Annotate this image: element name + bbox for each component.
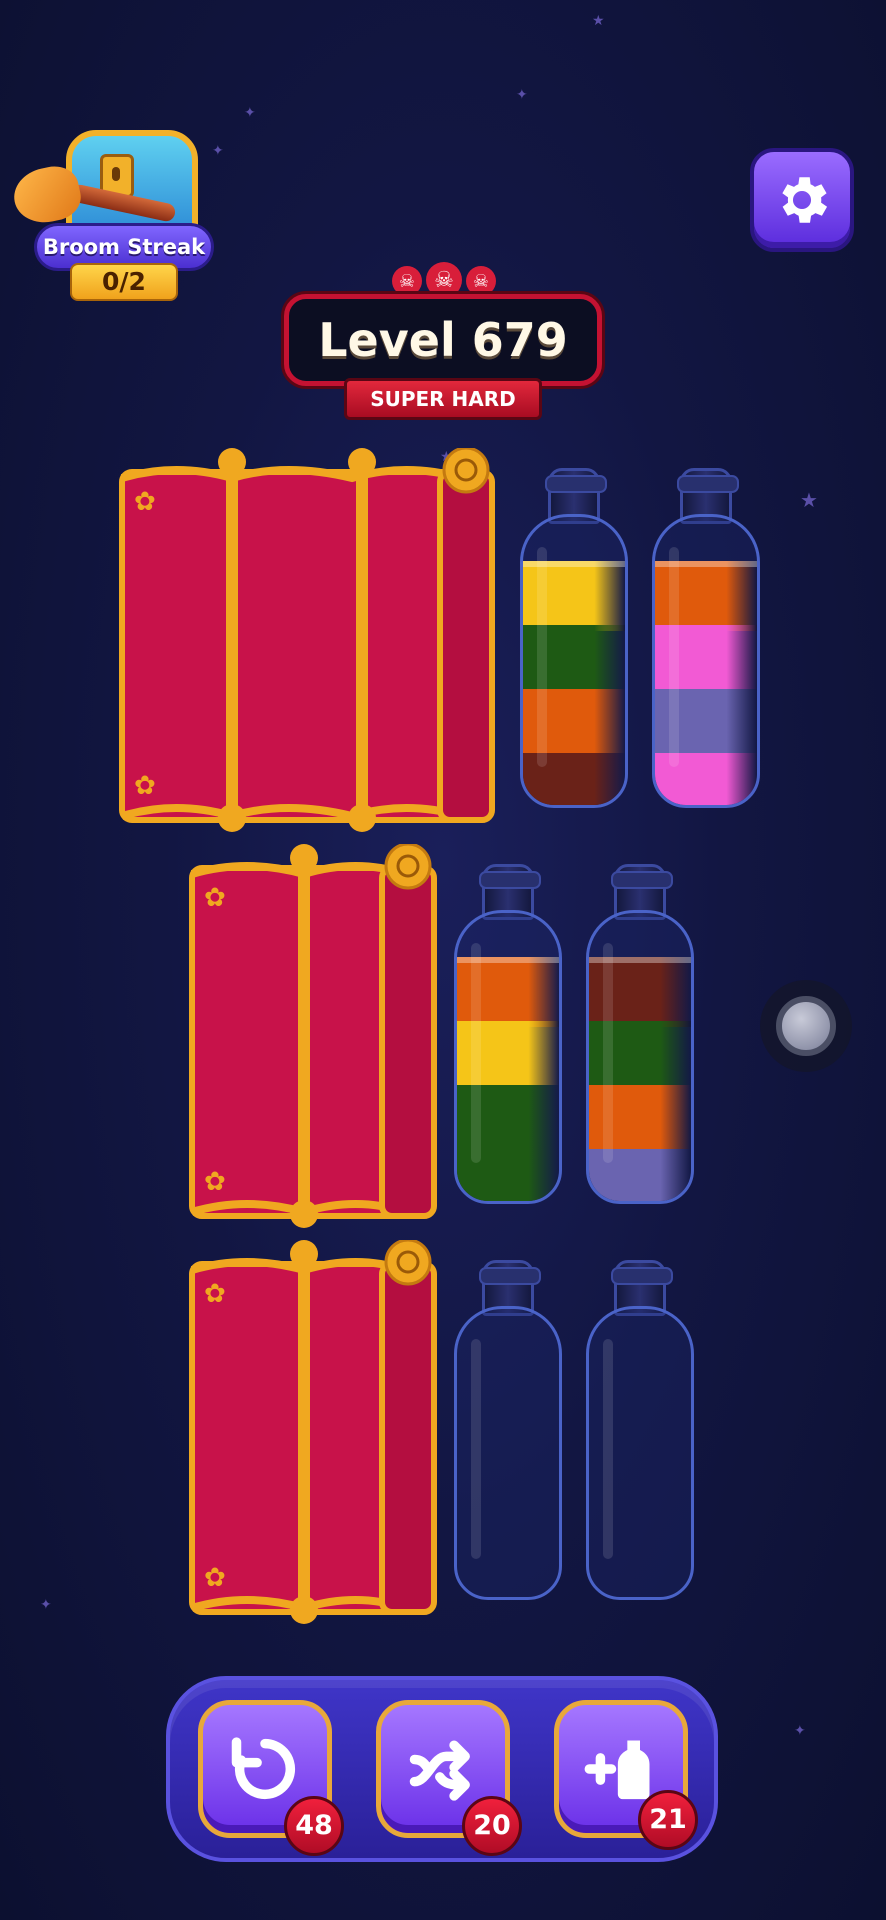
add-bottle-count-badge: 21 [638,1790,698,1850]
streak-count: 0/2 [70,263,178,301]
bottle-glass [454,910,562,1204]
bottle[interactable] [652,468,760,808]
svg-text:✿: ✿ [134,487,156,517]
liquid-layer-pink [655,625,757,689]
svg-text:✿: ✿ [204,883,226,913]
bottle-glass [454,1306,562,1600]
svg-text:✿: ✿ [134,771,156,801]
bottle[interactable] [454,1260,562,1600]
bottle-glass [652,514,760,808]
liquid-layer-green [523,625,625,689]
liquid-layer-orange [655,561,757,631]
star-icon: ✦ [516,87,528,103]
liquid-layer-lavender [589,1149,691,1201]
assistive-touch-icon [776,996,836,1056]
star-icon: ✦ [794,1723,806,1739]
bottle[interactable] [586,864,694,1204]
liquid-layer-brown [589,957,691,1027]
svg-text:✿: ✿ [204,1279,226,1309]
star-icon: ★ [800,488,818,512]
settings-button[interactable] [750,148,854,252]
liquid-layer-yellow [457,1021,559,1085]
gear-icon [782,177,828,223]
bottle[interactable] [520,468,628,808]
liquid-layer-orange [523,689,625,753]
star-icon: ✦ [40,1597,52,1613]
liquid-layer-green [589,1021,691,1085]
liquid-layer-brown [523,753,625,805]
level-panel: Level 679 [284,294,602,386]
liquid-layer-lavender [655,689,757,753]
liquid-layer-green [457,1085,559,1149]
undo-icon [231,1737,296,1800]
star-icon: ★ [592,13,605,29]
bottle-glass [586,910,694,1204]
skull-icon: ☠ [426,262,462,298]
liquid-layer-orange [457,957,559,1027]
liquid-layer-yellow [523,561,625,631]
assistive-touch-button[interactable] [760,980,852,1072]
shuffle-icon [409,1740,470,1801]
star-icon: ✦ [244,105,256,121]
curtain-cover[interactable]: ✿ ✿ [186,844,438,1228]
curtain-cover[interactable]: ✿ ✿ [186,1240,438,1624]
liquid-layer-orange [589,1085,691,1149]
svg-text:✿: ✿ [204,1563,226,1593]
add-bottle-icon [584,1740,650,1800]
difficulty-label: SUPER HARD [344,378,542,420]
liquid-layer-green [457,1149,559,1201]
broom-streak[interactable]: Broom Streak 0/2 [9,118,214,308]
bottle-glass [586,1306,694,1600]
shuffle-count-badge: 20 [462,1796,522,1856]
level-title: Level 679 [318,313,568,367]
curtain-cover-wide[interactable]: ✿ ✿ [116,448,496,832]
bottle[interactable] [454,864,562,1204]
undo-count-badge: 48 [284,1796,344,1856]
svg-text:✿: ✿ [204,1167,226,1197]
liquid-layer-pink [655,753,757,805]
bottle-glass [520,514,628,808]
skull-icon: ☠ [466,266,496,296]
bottle[interactable] [586,1260,694,1600]
skull-icon: ☠ [392,266,422,296]
